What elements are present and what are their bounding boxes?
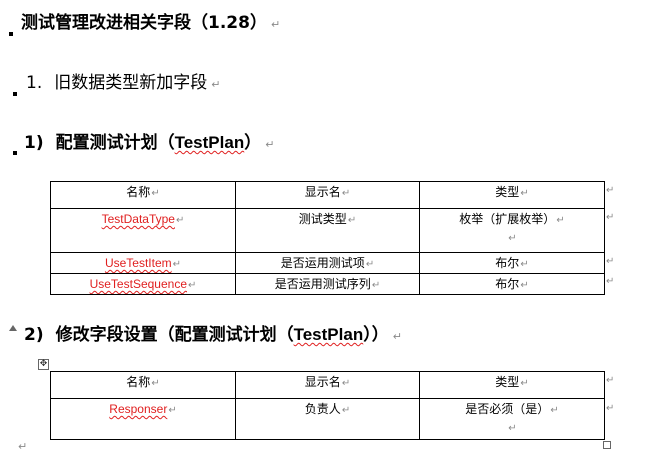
type-cell[interactable]: 枚举（扩展枚举）↵ ↵ bbox=[419, 208, 605, 253]
section-number: 2) bbox=[24, 325, 44, 345]
header-cell[interactable]: 显示名↵ bbox=[235, 181, 420, 209]
field-name-cell[interactable]: UseTestItem↵ bbox=[50, 252, 236, 274]
row-end-mark: ↵ bbox=[606, 403, 615, 414]
display-name-cell[interactable]: 负责人↵ bbox=[235, 398, 420, 440]
doc-title: 测试管理改进相关字段（1.28） ↵ bbox=[21, 13, 280, 35]
field-name-cell[interactable]: Responser↵ bbox=[50, 398, 236, 440]
doc-title-text: 测试管理改进相关字段（1.28） bbox=[21, 13, 267, 33]
row-end-mark: ↵ bbox=[606, 276, 615, 287]
paragraph-mark: ↵ bbox=[270, 18, 281, 31]
section-title-b: ）） bbox=[363, 325, 389, 345]
table-row: UseTestItem↵ 是否运用测试项↵ 布尔↵ bbox=[50, 252, 605, 274]
section-heading-1: 1. 旧数据类型新加字段 ↵ bbox=[26, 73, 220, 95]
table-resize-handle[interactable] bbox=[603, 441, 611, 449]
section-title-a: 配置测试计划（ bbox=[55, 133, 175, 153]
table-header-row: 名称↵ 显示名↵ 类型↵ bbox=[50, 371, 605, 399]
header-cell[interactable]: 类型↵ bbox=[419, 371, 605, 399]
section-title: 旧数据类型新加字段 bbox=[54, 73, 208, 93]
display-name-cell[interactable]: 是否运用测试项↵ bbox=[235, 252, 420, 274]
table-row: Responser↵ 负责人↵ 是否必须（是）↵ ↵ bbox=[50, 398, 605, 440]
type-cell[interactable]: 是否必须（是）↵ ↵ bbox=[419, 398, 605, 440]
row-end-mark: ↵ bbox=[606, 185, 615, 196]
section-heading-1-1: 1) 配置测试计划（TestPlan） ↵ bbox=[24, 133, 274, 155]
paragraph-mark: ↵ bbox=[18, 440, 28, 453]
header-cell[interactable]: 显示名↵ bbox=[235, 371, 420, 399]
section-heading-1-2: 2) 修改字段设置（配置测试计划（TestPlan）） ↵ bbox=[24, 325, 402, 347]
section-title-a: 修改字段设置（配置测试计划（ bbox=[55, 325, 294, 345]
header-cell[interactable]: 名称↵ bbox=[50, 181, 236, 209]
header-cell[interactable]: 类型↵ bbox=[419, 181, 605, 209]
row-end-mark: ↵ bbox=[606, 375, 615, 386]
paragraph-mark: ↵ bbox=[211, 78, 221, 91]
list-bullet bbox=[13, 151, 17, 155]
type-cell[interactable]: 布尔↵ bbox=[419, 252, 605, 274]
list-bullet-arrow bbox=[9, 325, 17, 331]
row-end-mark: ↵ bbox=[606, 212, 615, 223]
list-bullet bbox=[9, 32, 13, 36]
field-name-cell[interactable]: TestDataType↵ bbox=[50, 208, 236, 253]
fields-table-1: 名称↵ 显示名↵ 类型↵ TestDataType↵ 测试类型↵ 枚举（扩展枚举… bbox=[50, 181, 605, 295]
paragraph-mark: ↵ bbox=[265, 138, 275, 151]
paragraph-mark: ↵ bbox=[392, 330, 402, 343]
fields-table-2: 名称↵ 显示名↵ 类型↵ Responser↵ 负责人↵ 是否必须（是）↵ ↵ bbox=[50, 371, 605, 440]
section-title-b: ） bbox=[244, 133, 262, 153]
display-name-cell[interactable]: 是否运用测试序列↵ bbox=[235, 273, 420, 295]
header-cell[interactable]: 名称↵ bbox=[50, 371, 236, 399]
table-row: TestDataType↵ 测试类型↵ 枚举（扩展枚举）↵ ↵ bbox=[50, 208, 605, 253]
table-move-handle-icon[interactable]: ✥ bbox=[38, 359, 49, 370]
code-term: TestPlan bbox=[293, 325, 364, 344]
section-number: 1. bbox=[26, 73, 43, 93]
type-cell[interactable]: 布尔↵ bbox=[419, 273, 605, 295]
section-number: 1) bbox=[24, 133, 44, 153]
row-end-mark: ↵ bbox=[606, 256, 615, 267]
display-name-cell[interactable]: 测试类型↵ bbox=[235, 208, 420, 253]
field-name-cell[interactable]: UseTestSequence↵ bbox=[50, 273, 236, 295]
table-row: UseTestSequence↵ 是否运用测试序列↵ 布尔↵ bbox=[50, 273, 605, 295]
list-bullet bbox=[13, 92, 17, 96]
code-term: TestPlan bbox=[174, 133, 245, 152]
table-header-row: 名称↵ 显示名↵ 类型↵ bbox=[50, 181, 605, 209]
